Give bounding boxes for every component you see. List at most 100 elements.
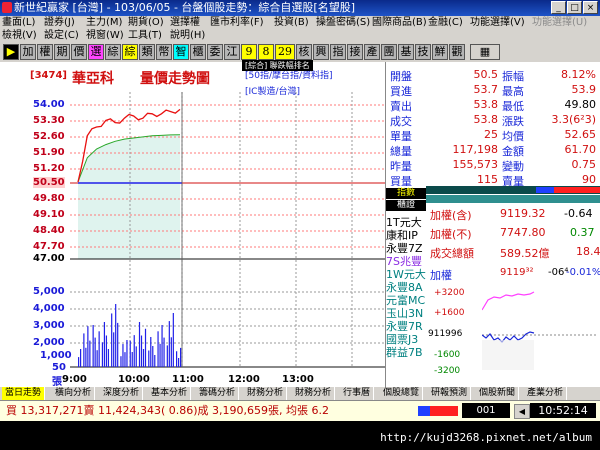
status-arrow-icon[interactable]: ◀	[514, 404, 530, 419]
quote-value: 53.9	[571, 83, 597, 96]
toolbar-btn-26[interactable]: 觀	[449, 44, 465, 60]
broker-head-2: 櫃證	[386, 200, 426, 211]
maximize-button[interactable]: □	[567, 1, 582, 14]
tab-research[interactable]: 研報預測	[428, 387, 472, 400]
tab-overview[interactable]: 個股總覽	[380, 387, 424, 400]
idx-change-3: 18.4	[576, 245, 600, 258]
toolbar-btn-22[interactable]: 團	[381, 44, 397, 60]
toolbar-btn-4[interactable]: 價	[71, 44, 87, 60]
tab-industry[interactable]: 產業分析	[524, 387, 568, 400]
toolbar-btn-17[interactable]: 核	[296, 44, 312, 60]
menu-window[interactable]: 視窗(W)	[86, 29, 124, 43]
vol-tick: 2,000	[33, 337, 65, 348]
volume-bar	[126, 340, 128, 367]
toolbar-btn-19[interactable]: 指	[330, 44, 346, 60]
minimize-button[interactable]: _	[551, 1, 566, 14]
toolbar-btn-2[interactable]: 權	[37, 44, 53, 60]
volume-bar	[113, 332, 115, 367]
toolbar-btn-8[interactable]: 類	[139, 44, 155, 60]
toolbar-btn-20[interactable]: 接	[347, 44, 363, 60]
menu-password[interactable]: 操盤密碼(S)	[316, 16, 370, 30]
menu-securities[interactable]: 證券(J)	[44, 16, 75, 30]
volume-bar	[163, 337, 165, 367]
broker-column: 指數 櫃證 1T元大 康和IP 永豐7Z 7S兆豐 1W元大 永豐8A 元富MC 玉山3N 永豐…	[386, 186, 426, 386]
volume-bar	[161, 325, 163, 367]
quote-label: 最低	[502, 100, 524, 113]
menu-options[interactable]: 選擇權	[170, 16, 200, 30]
volume-bar	[148, 350, 150, 367]
tab-horizontal[interactable]: 橫向分析	[52, 387, 96, 400]
y-tick: 51.90	[33, 147, 65, 158]
quote-label: 均價	[502, 130, 524, 143]
y-tick: 53.30	[33, 115, 65, 126]
toolbar-btn-13[interactable]: 江	[224, 44, 240, 60]
quote-value: 61.70	[564, 143, 597, 156]
toolbar-btn-24[interactable]: 技	[415, 44, 431, 60]
x-tick: 10:00	[118, 374, 150, 385]
mini-tick: 911996	[428, 329, 463, 339]
menu-main-force[interactable]: 主力(M)	[86, 16, 122, 30]
volume-bar	[103, 322, 106, 367]
toolbar-toggle-icon[interactable]: ▶	[3, 44, 19, 60]
y-tick: 47.00	[33, 253, 65, 264]
toolbar-btn-15[interactable]: 8	[258, 44, 274, 60]
menu-invest[interactable]: 投資(B)	[274, 16, 309, 30]
mini-tick: -3200	[434, 366, 461, 376]
menu-settings[interactable]: 設定(C)	[44, 29, 79, 43]
menu-function-v[interactable]: 功能選擇(V)	[470, 16, 525, 30]
volume-bar	[120, 356, 122, 367]
tab-basic[interactable]: 基本分析	[148, 387, 192, 400]
volume-bar	[154, 355, 156, 367]
tab-chips[interactable]: 籌碼分析	[196, 387, 240, 400]
tab-depth[interactable]: 深度分析	[100, 387, 144, 400]
ranking-popup[interactable]: [綜合] 聯跌幅排名	[242, 60, 313, 71]
toolbar-btn-6[interactable]: 綜	[105, 44, 121, 60]
tab-finance-1[interactable]: 財務分析	[244, 387, 288, 400]
menu-screen[interactable]: 畫面(L)	[2, 16, 35, 30]
volume-bar	[83, 333, 85, 367]
app-logo-icon	[2, 2, 12, 13]
toolbar-btn-1[interactable]: 加	[20, 44, 36, 60]
quote-label: 賣出	[390, 100, 412, 113]
menu-function-u[interactable]: 功能選擇(U)	[532, 16, 587, 30]
quote-label: 買進	[390, 85, 412, 98]
menu-view[interactable]: 檢視(V)	[2, 29, 37, 43]
quote-label: 單量	[390, 130, 412, 143]
bar-red	[554, 187, 600, 193]
toolbar-btn-23[interactable]: 基	[398, 44, 414, 60]
toolbar-btn-7[interactable]: 綜	[122, 44, 138, 60]
idx-change-1: -0.64	[564, 207, 593, 220]
toolbar-btn-14[interactable]: 9	[241, 44, 257, 60]
volume-bar	[98, 331, 100, 367]
toolbar-btn-16[interactable]: 29	[275, 44, 295, 60]
watermark: http://kujd3268.pixnet.net/album	[380, 431, 592, 444]
mini-volume	[482, 340, 534, 370]
tab-news[interactable]: 個股新聞	[476, 387, 520, 400]
quote-panel: 開盤 50.5 買進 53.7 賣出 53.8 成交 53.8 單量 25 總量 117,198 昨量 1…	[386, 62, 600, 387]
volume-bar	[107, 349, 110, 367]
toolbar-btn-5[interactable]: 選	[88, 44, 104, 60]
toolbar-btn-11[interactable]: 櫃	[190, 44, 206, 60]
menu-help[interactable]: 說明(H)	[170, 29, 205, 43]
broker-item[interactable]: 群益7B	[386, 344, 423, 360]
menu-tools[interactable]: 工具(T)	[128, 29, 162, 43]
menu-intl[interactable]: 國際商品(B)	[372, 16, 427, 30]
toolbar-extra-icon[interactable]: ▦	[470, 44, 500, 60]
tab-finance-2[interactable]: 財務分析	[292, 387, 336, 400]
toolbar-btn-18[interactable]: 興	[313, 44, 329, 60]
toolbar-btn-9[interactable]: 幣	[156, 44, 172, 60]
volume-bar	[117, 322, 119, 367]
toolbar-btn-10[interactable]: 智	[173, 44, 189, 60]
tab-calendar[interactable]: 行事曆	[340, 387, 375, 400]
menu-forex[interactable]: 匯市利率(F)	[210, 16, 264, 30]
toolbar-btn-21[interactable]: 產	[364, 44, 380, 60]
quote-value: 3.3(6²3)	[551, 113, 596, 126]
toolbar-btn-3[interactable]: 期	[54, 44, 70, 60]
toolbar-btn-12[interactable]: 委	[207, 44, 223, 60]
menu-futures[interactable]: 期貨(O)	[128, 16, 164, 30]
tab-intraday[interactable]: 當日走勢	[2, 387, 46, 400]
toolbar-btn-25[interactable]: 鮮	[432, 44, 448, 60]
close-button[interactable]: ×	[583, 1, 598, 14]
menu-finance[interactable]: 金融(C)	[428, 16, 463, 30]
menu-bar: 畫面(L) 證券(J) 主力(M) 期貨(O) 選擇權 匯市利率(F) 投資(B…	[0, 16, 600, 30]
